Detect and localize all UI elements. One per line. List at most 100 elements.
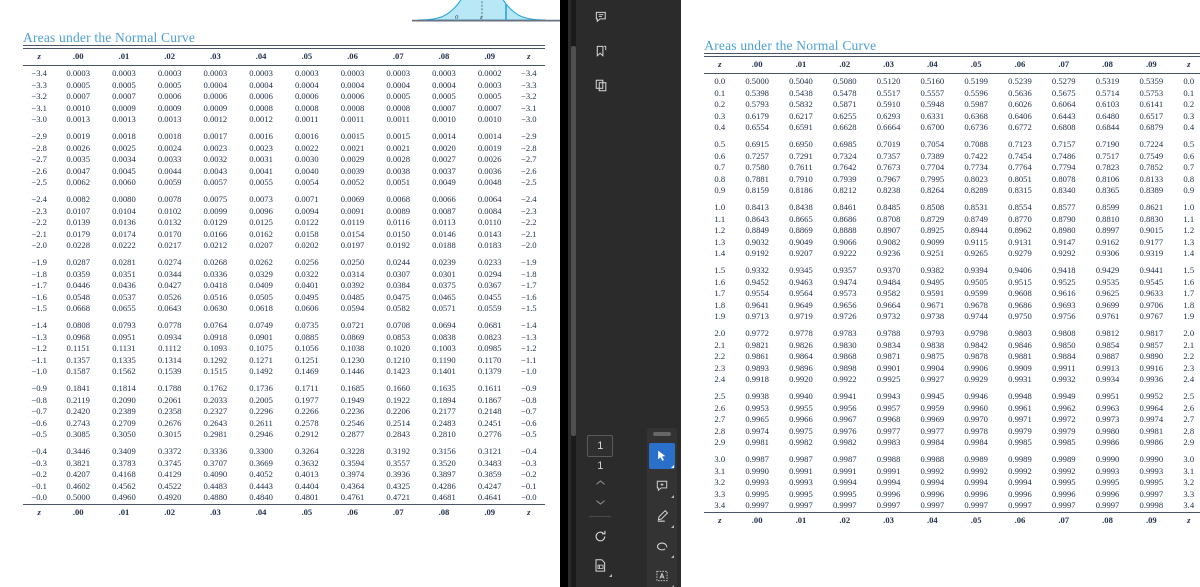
column-header: .08 bbox=[1085, 511, 1130, 527]
table-cell: 0.8643 bbox=[745, 213, 769, 224]
table-cell: 0.7088 bbox=[964, 139, 988, 150]
table-cell: 0.0116 bbox=[386, 217, 410, 228]
table-cell: 0.0107 bbox=[66, 205, 91, 216]
table-row: 1.8 0.9641 0.9649 0.9656 0.9664 0.9671 0.9678 0… bbox=[704, 300, 1200, 312]
table-row: −2.2 0.0139 0.0136 0.0132 0.0129 0.0125 0.0122… bbox=[23, 217, 545, 229]
table-cell: 0.9994 bbox=[876, 477, 901, 488]
table-cell: 0.9884 bbox=[1051, 351, 1076, 362]
current-page-field[interactable]: 1 bbox=[587, 435, 614, 457]
table-cell: 0.0475 bbox=[386, 291, 411, 302]
column-header: .00 bbox=[735, 511, 780, 527]
table-cell: 0.0007 bbox=[66, 91, 91, 102]
row-label-z: −2.3 bbox=[31, 205, 47, 216]
table-cell: 0.8869 bbox=[789, 225, 813, 236]
table-cell: 0.9990 bbox=[1095, 453, 1120, 464]
column-header: .04 bbox=[238, 503, 284, 519]
row-label-z-end: 0.9 bbox=[1183, 185, 1195, 196]
table-cell: 0.5438 bbox=[789, 87, 813, 98]
copy-pages-icon-button[interactable] bbox=[588, 72, 614, 98]
table-cell: 0.1335 bbox=[112, 354, 136, 365]
table-cell: 0.3897 bbox=[432, 469, 456, 480]
row-label-z-end: −2.6 bbox=[520, 165, 537, 176]
table-cell: 0.9992 bbox=[1008, 465, 1032, 476]
table-cell: 0.9996 bbox=[1008, 488, 1032, 499]
table-cell: 0.0110 bbox=[478, 217, 502, 228]
table-cell: 0.0040 bbox=[294, 165, 319, 176]
table-cell: 0.9192 bbox=[745, 248, 769, 259]
document-page-left[interactable]: Area 0 z Areas under the Normal Curve z.… bbox=[0, 0, 561, 587]
table-cell: 0.9920 bbox=[789, 374, 813, 385]
table-cell: 0.7357 bbox=[876, 150, 901, 161]
table-cell: 0.3974 bbox=[340, 469, 365, 480]
table-cell: 0.3483 bbox=[477, 457, 502, 468]
sticky-note-tool-button[interactable] bbox=[649, 473, 675, 499]
row-label-z: 1.8 bbox=[714, 299, 726, 310]
table-cell: 0.3594 bbox=[340, 457, 365, 468]
table-cell: 0.9992 bbox=[1051, 465, 1076, 476]
table-row: −0.6 0.2743 0.2709 0.2676 0.2643 0.2611 0.2578… bbox=[23, 418, 545, 430]
table-cell: 0.0764 bbox=[203, 319, 228, 330]
document-page-right[interactable]: Areas under the Normal Curve z .00.01.02.… bbox=[681, 0, 1200, 587]
column-header: z bbox=[704, 59, 736, 74]
table-cell: 0.1151 bbox=[66, 343, 90, 354]
column-header: z bbox=[23, 51, 56, 66]
next-page-button[interactable] bbox=[587, 494, 613, 510]
text-box-tool-button[interactable] bbox=[649, 563, 675, 587]
table-cell: 0.9099 bbox=[920, 236, 945, 247]
row-label-z: −0.3 bbox=[31, 457, 47, 468]
table-cell: 0.9996 bbox=[876, 488, 901, 499]
table-cell: 0.1762 bbox=[203, 382, 228, 393]
table-cell: 0.9834 bbox=[876, 339, 901, 350]
bookmark-icon-button[interactable] bbox=[588, 38, 614, 64]
table-cell: 0.0174 bbox=[112, 228, 136, 239]
table-cell: 0.9778 bbox=[789, 327, 813, 338]
column-header: .03 bbox=[866, 59, 911, 74]
table-row: 0.1 0.5398 0.5438 0.5478 0.5517 0.5557 0.5596 0… bbox=[704, 88, 1200, 100]
toolbar-drag-handle[interactable] bbox=[653, 432, 672, 436]
export-page-button[interactable] bbox=[587, 552, 613, 578]
row-label-z-end: 1.5 bbox=[1183, 265, 1195, 275]
row-label-z: −0.7 bbox=[31, 406, 47, 417]
table-cell: 0.9678 bbox=[964, 299, 988, 310]
table-cell: 0.0013 bbox=[157, 114, 182, 125]
table-cell: 0.9830 bbox=[832, 339, 857, 350]
row-label-z: −0.1 bbox=[31, 480, 47, 491]
table-cell: 0.6141 bbox=[1139, 99, 1164, 110]
table-cell: 0.9904 bbox=[920, 362, 945, 373]
scrollbar-thumb-left[interactable] bbox=[571, 46, 577, 436]
table-cell: 0.0018 bbox=[157, 131, 182, 142]
table-row: 2.8 0.9974 0.9975 0.9976 0.9977 0.9977 0.9978 0… bbox=[704, 426, 1200, 438]
table-cell: 0.9978 bbox=[964, 425, 988, 436]
table-cell: 0.0104 bbox=[112, 205, 136, 216]
dropdown-corner-marker bbox=[671, 525, 675, 528]
row-label-z: 1.0 bbox=[714, 202, 726, 213]
document-scrollbar-left[interactable] bbox=[571, 0, 577, 587]
table-cell: 0.0418 bbox=[203, 280, 228, 291]
rotate-page-button[interactable] bbox=[587, 523, 613, 549]
table-cell: 0.6255 bbox=[832, 110, 857, 121]
table-row: −1.9 0.0287 0.0281 0.0274 0.0268 0.0262 0.0256… bbox=[23, 252, 545, 269]
table-cell: 0.7764 bbox=[1008, 162, 1032, 173]
column-header: .02 bbox=[146, 51, 193, 66]
previous-page-button[interactable] bbox=[587, 475, 613, 491]
table-cell: 0.0084 bbox=[477, 205, 502, 216]
row-label-z: −0.8 bbox=[31, 394, 47, 405]
table-cell: 0.0012 bbox=[249, 114, 273, 125]
table-cell: 0.8485 bbox=[876, 202, 901, 213]
table-cell: 0.4090 bbox=[203, 469, 228, 480]
table-cell: 0.9996 bbox=[920, 488, 945, 499]
copy-pages-icon bbox=[595, 79, 607, 91]
table-cell: 0.2709 bbox=[112, 417, 136, 428]
column-header: z bbox=[1173, 59, 1200, 74]
table-cell: 0.0139 bbox=[66, 217, 91, 228]
table-cell: 0.5596 bbox=[964, 87, 988, 98]
table-cell: 0.2266 bbox=[294, 406, 319, 417]
table-cell: 0.1210 bbox=[386, 354, 411, 365]
row-label-z-end: −0.4 bbox=[520, 445, 537, 456]
table-cell: 0.6103 bbox=[1095, 99, 1120, 110]
select-arrow-tool-button[interactable] bbox=[649, 443, 676, 469]
lasso-tool-button[interactable] bbox=[649, 533, 675, 559]
table-cell: 0.9966 bbox=[789, 414, 813, 425]
comment-icon-button[interactable] bbox=[588, 4, 614, 30]
highlighter-tool-button[interactable] bbox=[649, 503, 675, 529]
